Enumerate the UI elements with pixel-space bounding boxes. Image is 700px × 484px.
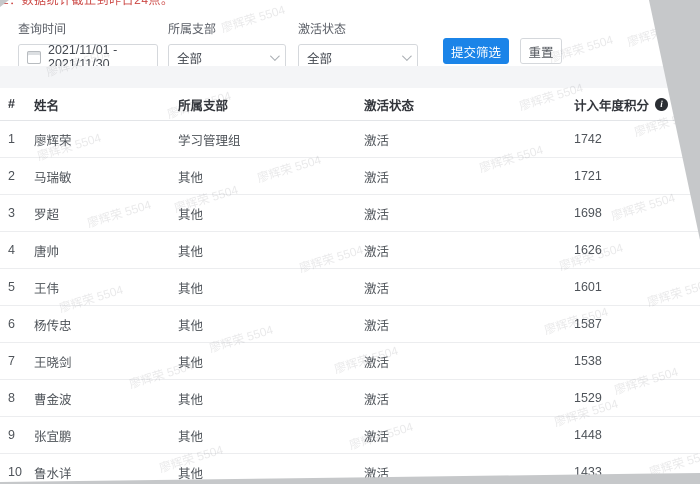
status-select-value: 全部 (307, 48, 332, 67)
col-header-rank: # (8, 97, 34, 111)
table-row: 9张宜鹏其他激活1448 (0, 417, 700, 454)
table-row: 2马瑞敏其他激活1721 (0, 158, 700, 195)
filter-date-group: 查询时间 2021/11/01 - 2021/11/30 (18, 20, 158, 70)
points-cell: 1448 (574, 428, 700, 442)
branch-cell: 其他 (178, 315, 364, 334)
name-cell: 马瑞敏 (34, 167, 178, 186)
rank-cell: 7 (8, 354, 34, 368)
branch-cell: 其他 (178, 204, 364, 223)
status-cell: 激活 (364, 315, 574, 334)
name-cell: 张宜鹏 (34, 426, 178, 445)
points-cell: 1698 (574, 206, 700, 220)
name-cell: 曹金波 (34, 389, 178, 408)
status-cell: 激活 (364, 204, 574, 223)
rank-cell: 6 (8, 317, 34, 331)
branch-cell: 其他 (178, 167, 364, 186)
col-header-status: 激活状态 (364, 95, 574, 114)
status-cell: 激活 (364, 352, 574, 371)
branch-cell: 其他 (178, 241, 364, 260)
table-row: 8曹金波其他激活1529 (0, 380, 700, 417)
filter-date-label: 查询时间 (18, 20, 158, 37)
points-cell: 1721 (574, 169, 700, 183)
points-cell: 1587 (574, 317, 700, 331)
filter-status-group: 激活状态 全部 (298, 20, 418, 70)
rank-cell: 4 (8, 243, 34, 257)
filter-status-label: 激活状态 (298, 20, 418, 37)
name-cell: 王晓剑 (34, 352, 178, 371)
branch-select-value: 全部 (177, 48, 202, 67)
top-note-clipped: 2：数据统计截止到昨日24点。 (2, 0, 322, 7)
points-cell: 1529 (574, 391, 700, 405)
section-divider-band (0, 66, 700, 88)
status-cell: 激活 (364, 389, 574, 408)
branch-cell: 其他 (178, 389, 364, 408)
status-cell: 激活 (364, 278, 574, 297)
table-body: 1廖辉荣学习管理组激活17422马瑞敏其他激活17213罗超其他激活16984唐… (0, 121, 700, 484)
branch-cell: 其他 (178, 352, 364, 371)
rank-cell: 10 (8, 465, 34, 479)
rank-cell: 3 (8, 206, 34, 220)
filter-branch-group: 所属支部 全部 (168, 20, 286, 70)
status-cell: 激活 (364, 167, 574, 186)
status-cell: 激活 (364, 130, 574, 149)
points-cell: 1601 (574, 280, 700, 294)
filter-branch-label: 所属支部 (168, 20, 286, 37)
rank-cell: 8 (8, 391, 34, 405)
page: 2：数据统计截止到昨日24点。 查询时间 2021/11/01 - 2021/1… (0, 0, 700, 484)
table-row: 3罗超其他激活1698 (0, 195, 700, 232)
col-header-name: 姓名 (34, 95, 178, 114)
rank-cell: 2 (8, 169, 34, 183)
points-cell: 1626 (574, 243, 700, 257)
top-note-text: 2：数据统计截止到昨日24点。 (2, 0, 322, 7)
ranking-table: # 姓名 所属支部 激活状态 计入年度积分 i 1廖辉荣学习管理组激活17422… (0, 88, 700, 484)
branch-cell: 其他 (178, 426, 364, 445)
name-cell: 王伟 (34, 278, 178, 297)
table-row: 1廖辉荣学习管理组激活1742 (0, 121, 700, 158)
chevron-down-icon (402, 51, 412, 61)
name-cell: 鲁水详 (34, 463, 178, 482)
rank-cell: 1 (8, 132, 34, 146)
name-cell: 罗超 (34, 204, 178, 223)
reset-button[interactable]: 重置 (520, 38, 562, 64)
table-row: 5王伟其他激活1601 (0, 269, 700, 306)
info-icon[interactable]: i (655, 98, 668, 111)
col-header-points-label: 计入年度积分 (574, 95, 649, 114)
rank-cell: 9 (8, 428, 34, 442)
table-row: 4唐帅其他激活1626 (0, 232, 700, 269)
col-header-branch: 所属支部 (178, 95, 364, 114)
name-cell: 唐帅 (34, 241, 178, 260)
submit-filter-button[interactable]: 提交筛选 (443, 38, 509, 64)
table-header-row: # 姓名 所属支部 激活状态 计入年度积分 i (0, 88, 700, 121)
calendar-icon (27, 51, 41, 64)
name-cell: 廖辉荣 (34, 130, 178, 149)
rank-cell: 5 (8, 280, 34, 294)
branch-cell: 学习管理组 (178, 130, 364, 149)
table-row: 6杨传忠其他激活1587 (0, 306, 700, 343)
table-row: 7王晓剑其他激活1538 (0, 343, 700, 380)
status-cell: 激活 (364, 426, 574, 445)
chevron-down-icon (270, 51, 280, 61)
status-cell: 激活 (364, 241, 574, 260)
points-cell: 1538 (574, 354, 700, 368)
name-cell: 杨传忠 (34, 315, 178, 334)
branch-cell: 其他 (178, 278, 364, 297)
